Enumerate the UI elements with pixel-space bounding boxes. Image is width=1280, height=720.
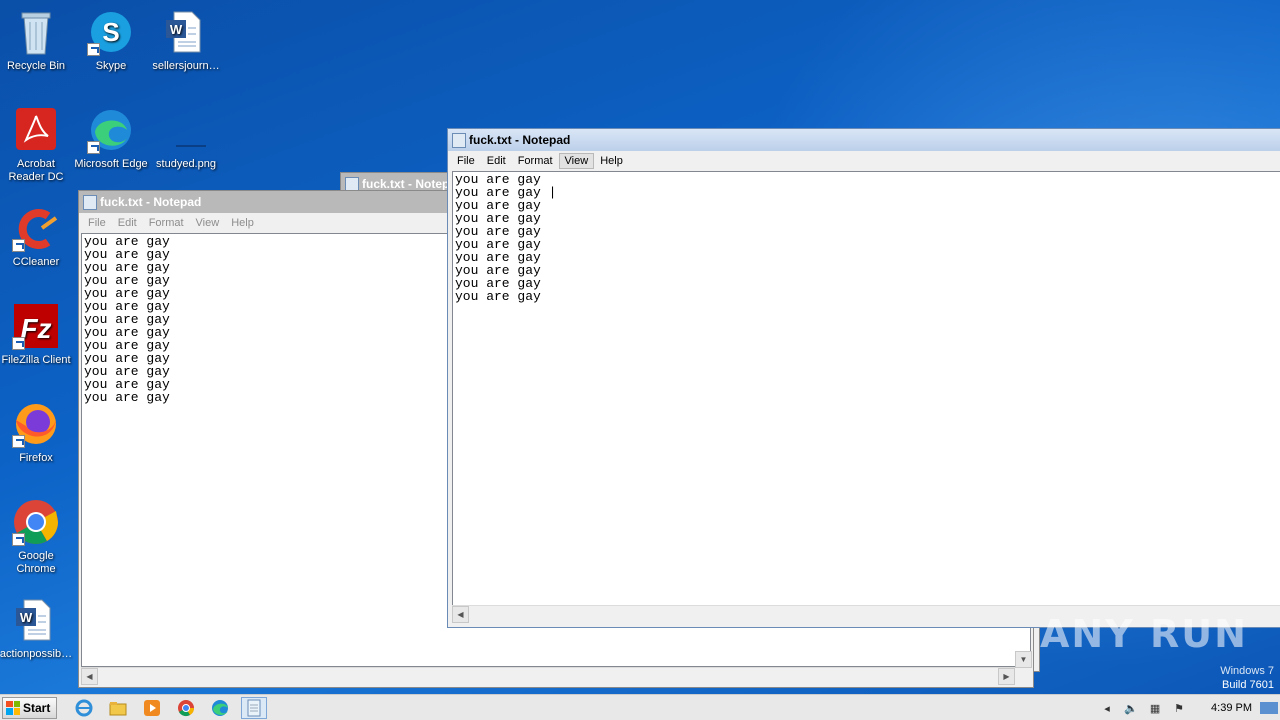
start-button[interactable]: Start <box>2 696 58 719</box>
desktop-icon-png-file[interactable]: studyed.png <box>148 106 224 171</box>
menu-help[interactable]: Help <box>225 215 260 231</box>
window-title: fuck.txt - Notepad <box>469 133 571 147</box>
windows-logo-icon <box>6 700 20 715</box>
notepad-icon <box>83 194 97 210</box>
taskbar: Start ◂ 🔈 ▦ ⚑ 4:39 PM <box>0 694 1280 720</box>
desktop-icon-ccleaner[interactable]: CCleaner <box>0 204 74 269</box>
notepad-window-active[interactable]: fuck.txt - Notepad File Edit Format View… <box>447 128 1280 628</box>
menu-view[interactable]: View <box>190 215 226 231</box>
png-file-icon <box>162 106 210 154</box>
desktop-icon-chrome[interactable]: Google Chrome <box>0 498 74 576</box>
shortcut-arrow-icon <box>87 43 100 56</box>
desktop-icon-edge[interactable]: Microsoft Edge <box>73 106 149 171</box>
chevron-icon[interactable]: ◂ <box>1099 701 1115 715</box>
text-editor[interactable]: you are gay you are gay | you are gay yo… <box>452 171 1280 607</box>
titlebar[interactable]: fuck.txt - Notepad <box>448 129 1280 151</box>
watermark-text: ANY RUN <box>1040 612 1248 656</box>
window-title: fuck.txt - Notepad <box>100 195 202 209</box>
desktop-icon-word-doc[interactable]: W actionpossib… <box>0 596 74 661</box>
menu-file[interactable]: File <box>451 153 481 169</box>
network-icon[interactable]: ▦ <box>1147 701 1163 715</box>
scroll-right-button[interactable]: ▶ <box>998 668 1015 685</box>
word-doc-icon: W <box>12 596 60 644</box>
filezilla-icon: Fz <box>12 302 60 350</box>
start-label: Start <box>23 700 51 715</box>
svg-text:W: W <box>20 610 33 625</box>
svg-text:Fz: Fz <box>20 313 51 344</box>
horizontal-scrollbar[interactable]: ◀ ▶ <box>81 667 1015 685</box>
shortcut-arrow-icon <box>12 533 25 546</box>
recycle-bin-icon <box>12 8 60 56</box>
desktop-icon-label: Google Chrome <box>16 550 56 575</box>
desktop-icon-acrobat[interactable]: Acrobat Reader DC <box>0 106 74 184</box>
acrobat-icon <box>12 106 60 154</box>
desktop-icon-label: CCleaner <box>12 256 60 268</box>
desktop-icon-filezilla[interactable]: Fz FileZilla Client <box>0 302 74 367</box>
desktop-icon-skype[interactable]: S Skype <box>73 8 149 73</box>
shortcut-arrow-icon <box>12 435 25 448</box>
notepad-taskbar-icon[interactable] <box>241 696 268 719</box>
menu-file[interactable]: File <box>82 215 112 231</box>
desktop-icon-label: FileZilla Client <box>1 354 71 366</box>
scroll-down-button[interactable]: ▼ <box>1015 651 1032 668</box>
edge-icon <box>87 106 135 154</box>
desktop-icon-recycle-bin[interactable]: Recycle Bin <box>0 8 74 73</box>
chrome-icon <box>12 498 60 546</box>
shortcut-arrow-icon <box>87 141 100 154</box>
scroll-left-button[interactable]: ◀ <box>81 668 98 685</box>
scroll-left-button[interactable]: ◀ <box>452 606 469 623</box>
build-number-text: Build 7601 <box>1222 679 1274 691</box>
word-doc-icon: W <box>162 8 210 56</box>
volume-icon[interactable]: 🔈 <box>1123 701 1139 715</box>
notepad-icon <box>452 132 466 148</box>
menu-format[interactable]: Format <box>143 215 190 231</box>
desktop-icon-label: Microsoft Edge <box>74 158 148 170</box>
desktop-icon-label: Firefox <box>19 452 53 464</box>
ccleaner-icon <box>12 204 60 252</box>
media-player-icon[interactable] <box>139 697 165 719</box>
desktop-icon-firefox[interactable]: Firefox <box>0 400 74 465</box>
chrome-taskbar-icon[interactable] <box>173 697 199 719</box>
edge-taskbar-icon[interactable] <box>207 697 233 719</box>
svg-text:W: W <box>170 22 183 37</box>
action-center-flag-icon[interactable]: ⚑ <box>1171 701 1187 715</box>
menu-edit[interactable]: Edit <box>481 153 512 169</box>
menu-help[interactable]: Help <box>594 153 629 169</box>
menu-view[interactable]: View <box>558 153 595 169</box>
desktop-icon-word-doc[interactable]: W sellersjourn… <box>148 8 224 73</box>
menu-format[interactable]: Format <box>512 153 559 169</box>
desktop-icon-label: Skype <box>95 60 127 72</box>
system-tray: ◂ 🔈 ▦ ⚑ 4:39 PM <box>1091 695 1280 720</box>
clock[interactable]: 4:39 PM <box>1211 702 1252 714</box>
skype-icon: S <box>87 8 135 56</box>
desktop-icon-label: studyed.png <box>156 158 216 170</box>
shortcut-arrow-icon <box>12 239 25 252</box>
os-version-text: Windows 7 <box>1220 665 1274 677</box>
internet-explorer-icon[interactable] <box>71 697 97 719</box>
desktop-icon-label: sellersjourn… <box>152 60 220 72</box>
show-desktop-icon[interactable] <box>1260 702 1278 714</box>
svg-text:S: S <box>102 17 119 47</box>
desktop-icon-label: actionpossib… <box>0 648 73 660</box>
desktop-icon-label: Recycle Bin <box>6 60 66 72</box>
menu-bar: File Edit Format View Help <box>448 151 1280 171</box>
desktop-icon-label: Acrobat Reader DC <box>8 158 64 183</box>
shortcut-arrow-icon <box>12 337 25 350</box>
file-explorer-icon[interactable] <box>105 697 131 719</box>
menu-edit[interactable]: Edit <box>112 215 143 231</box>
firefox-icon <box>12 400 60 448</box>
